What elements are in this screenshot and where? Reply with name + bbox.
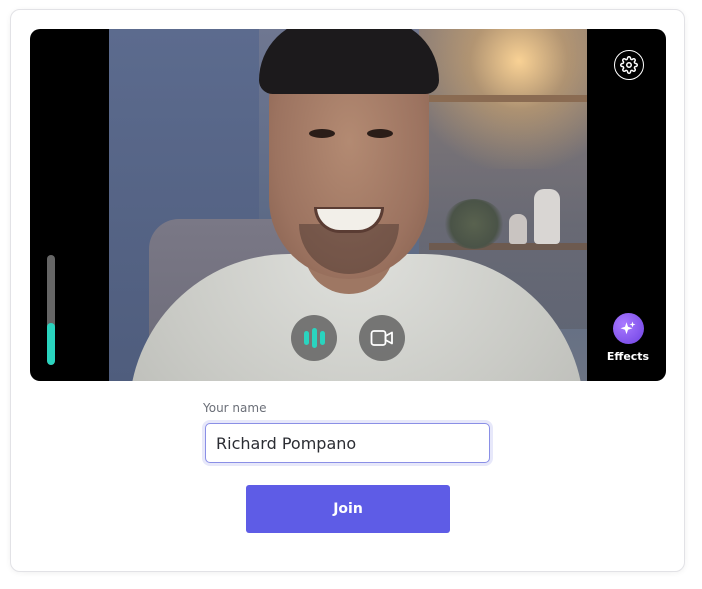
mic-level-meter — [47, 255, 55, 365]
video-camera-icon — [370, 330, 393, 346]
settings-button[interactable] — [614, 50, 644, 80]
join-button[interactable]: Join — [246, 485, 450, 533]
effects-button[interactable]: Effects — [603, 313, 653, 369]
video-preview — [30, 29, 666, 381]
effects-label: Effects — [606, 350, 650, 363]
sparkle-icon — [612, 313, 644, 344]
mic-level-fill — [47, 323, 55, 365]
mic-level-icon — [303, 328, 325, 348]
your-name-label: Your name — [203, 401, 267, 415]
gear-icon — [620, 56, 638, 74]
camera-toggle-button[interactable] — [359, 315, 405, 361]
camera-feed — [109, 29, 587, 381]
name-input[interactable] — [205, 423, 490, 463]
microphone-toggle-button[interactable] — [291, 315, 337, 361]
